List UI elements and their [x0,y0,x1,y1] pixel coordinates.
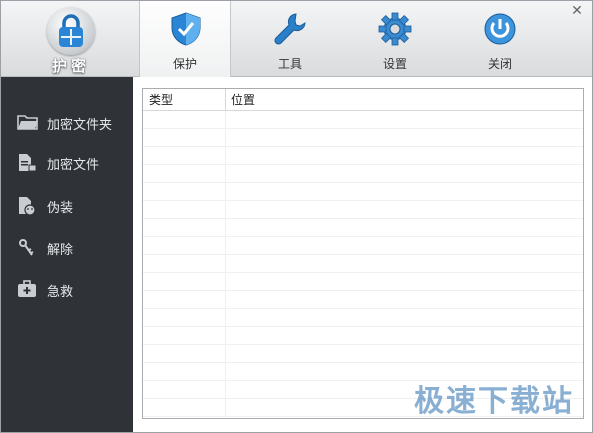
key-icon [17,238,37,256]
first-aid-icon [17,280,37,298]
table-row [143,219,583,237]
sidebar-item-remove[interactable]: 解除 [1,230,133,264]
table-row [143,129,583,147]
column-divider[interactable] [225,89,226,111]
power-icon [482,11,518,47]
row-divider [225,183,226,201]
app-title: 护密 [51,57,90,75]
wrench-icon [272,11,308,47]
tab-settings[interactable]: 设置 [349,1,441,77]
disguise-icon [17,196,37,216]
file-lock-icon [17,153,37,172]
close-icon[interactable]: ✕ [570,4,584,18]
row-divider [225,111,226,129]
row-divider [225,165,226,183]
sidebar-item-encrypt-file[interactable]: 加密文件 [1,145,133,179]
table-row [143,291,583,309]
app-logo: 护密 [23,5,119,75]
main-tabs: 保护 工具 设置 关闭 [139,1,559,77]
table-row [143,111,583,129]
shield-icon [168,11,204,47]
sidebar-item-label: 加密文件 [47,158,100,173]
gear-icon [377,11,413,47]
sidebar-item-first-aid[interactable]: 急救 [1,272,133,306]
watermark: 极速下载站 [414,384,574,419]
table-row [143,183,583,201]
sidebar: 加密文件夹 加密文件 伪装 解除 急救 [1,77,133,432]
row-divider [225,399,226,417]
row-divider [225,219,226,237]
lock-icon [47,7,95,55]
sidebar-item-label: 加密文件夹 [47,118,113,133]
sidebar-item-label: 急救 [47,285,74,300]
row-divider [225,363,226,381]
row-divider [225,381,226,399]
folder-icon [17,113,38,131]
row-divider [225,255,226,273]
sidebar-item-label: 伪装 [47,201,74,216]
table-body [143,111,583,417]
sidebar-item-label: 解除 [47,243,74,258]
column-header-location[interactable]: 位置 [231,89,255,111]
row-divider [225,237,226,255]
tab-label: 设置 [382,57,407,71]
toolbar: 护密 保护 工具 设置 关闭 ✕ [1,1,592,77]
table-header: 类型 位置 [143,89,583,111]
row-divider [225,201,226,219]
tab-protect[interactable]: 保护 [139,1,231,77]
row-divider [225,273,226,291]
tab-label: 关闭 [487,57,512,71]
sidebar-item-disguise[interactable]: 伪装 [1,188,133,222]
tab-close[interactable]: 关闭 [454,1,546,77]
sidebar-item-encrypt-folder[interactable]: 加密文件夹 [1,105,133,139]
tab-tools[interactable]: 工具 [244,1,336,77]
row-divider [225,129,226,147]
app-window: 护密 保护 工具 设置 关闭 ✕ 加密文件夹 加密文件 伪装 解除 急救 类型 … [0,0,593,433]
row-divider [225,345,226,363]
table-row [143,345,583,363]
table-row [143,201,583,219]
table-row [143,237,583,255]
column-header-type[interactable]: 类型 [149,89,173,111]
table-row [143,273,583,291]
table-row [143,327,583,345]
row-divider [225,309,226,327]
tab-label: 保护 [172,57,197,71]
table-row [143,255,583,273]
row-divider [225,291,226,309]
table-row [143,309,583,327]
protected-items-table[interactable]: 类型 位置 [142,88,584,419]
table-row [143,147,583,165]
table-row [143,165,583,183]
row-divider [225,327,226,345]
row-divider [225,147,226,165]
tab-label: 工具 [277,57,302,71]
